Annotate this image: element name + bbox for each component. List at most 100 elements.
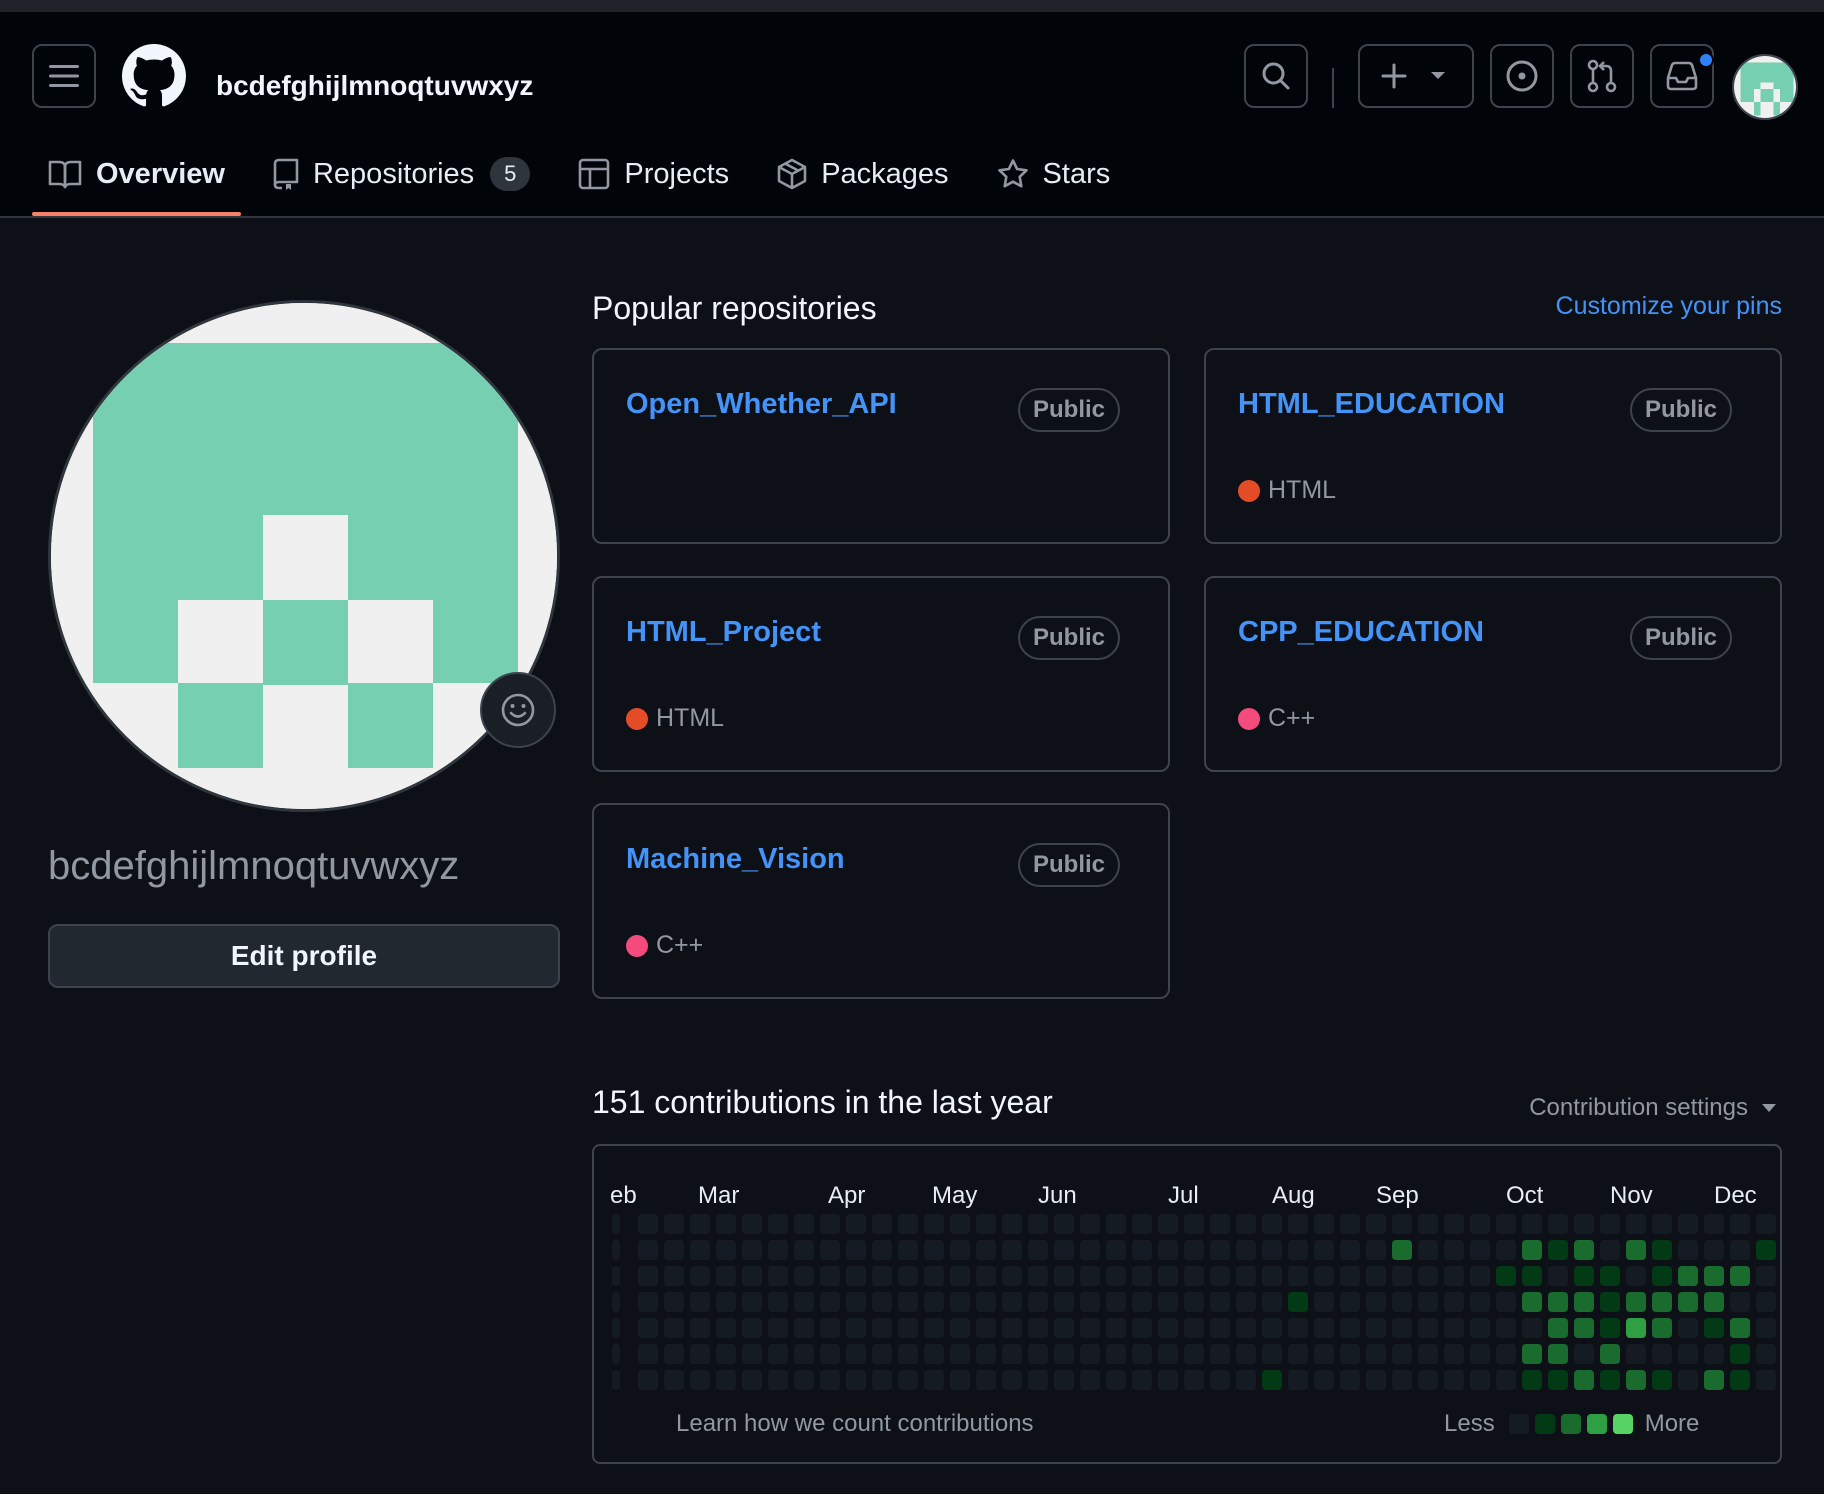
contribution-day[interactable] — [1236, 1344, 1256, 1364]
contribution-day[interactable] — [1626, 1214, 1646, 1234]
contribution-day[interactable] — [1080, 1266, 1100, 1286]
contribution-day[interactable] — [1340, 1318, 1360, 1338]
contribution-day[interactable] — [1600, 1292, 1620, 1312]
contribution-day[interactable] — [1080, 1292, 1100, 1312]
contribution-day[interactable] — [1210, 1266, 1230, 1286]
tab-projects[interactable]: Projects — [562, 148, 745, 200]
contribution-day[interactable] — [1652, 1370, 1672, 1390]
contribution-day[interactable] — [1054, 1292, 1074, 1312]
contribution-day[interactable] — [846, 1266, 866, 1286]
contribution-day[interactable] — [742, 1214, 762, 1234]
contribution-day[interactable] — [1574, 1344, 1594, 1364]
contribution-day[interactable] — [1236, 1214, 1256, 1234]
contribution-day[interactable] — [1210, 1292, 1230, 1312]
contribution-day[interactable] — [1444, 1292, 1464, 1312]
contribution-day[interactable] — [976, 1292, 996, 1312]
contribution-day[interactable] — [1288, 1214, 1308, 1234]
contribution-day[interactable] — [1756, 1266, 1776, 1286]
contribution-day[interactable] — [924, 1214, 944, 1234]
contribution-day[interactable] — [638, 1344, 658, 1364]
contribution-day[interactable] — [872, 1318, 892, 1338]
contribution-day[interactable] — [1756, 1344, 1776, 1364]
contribution-day[interactable] — [742, 1344, 762, 1364]
contribution-day[interactable] — [976, 1266, 996, 1286]
contribution-day[interactable] — [1548, 1292, 1568, 1312]
contribution-day[interactable] — [820, 1292, 840, 1312]
contribution-day[interactable] — [1236, 1266, 1256, 1286]
contribution-day[interactable] — [1496, 1240, 1516, 1260]
contribution-day[interactable] — [1184, 1318, 1204, 1338]
contribution-day[interactable] — [1080, 1240, 1100, 1260]
contribution-day[interactable] — [1730, 1370, 1750, 1390]
contribution-day[interactable] — [1444, 1214, 1464, 1234]
contribution-day[interactable] — [1340, 1240, 1360, 1260]
contribution-day[interactable] — [820, 1240, 840, 1260]
contribution-day[interactable] — [742, 1318, 762, 1338]
contribution-day[interactable] — [1158, 1370, 1178, 1390]
contribution-day[interactable] — [846, 1370, 866, 1390]
contribution-day[interactable] — [716, 1214, 736, 1234]
contribution-day[interactable] — [1366, 1292, 1386, 1312]
contribution-day[interactable] — [1522, 1318, 1542, 1338]
contribution-day[interactable] — [1600, 1214, 1620, 1234]
contribution-day[interactable] — [1002, 1292, 1022, 1312]
contribution-day[interactable] — [1158, 1292, 1178, 1312]
contribution-day[interactable] — [1184, 1292, 1204, 1312]
contribution-day[interactable] — [1626, 1370, 1646, 1390]
contribution-day[interactable] — [1470, 1318, 1490, 1338]
contribution-day[interactable] — [1132, 1318, 1152, 1338]
contribution-day[interactable] — [1366, 1266, 1386, 1286]
contribution-day[interactable] — [1366, 1240, 1386, 1260]
contribution-day[interactable] — [1054, 1370, 1074, 1390]
contribution-day[interactable] — [716, 1370, 736, 1390]
contribution-day[interactable] — [1444, 1266, 1464, 1286]
contribution-day[interactable] — [1418, 1214, 1438, 1234]
contribution-day[interactable] — [1652, 1240, 1672, 1260]
contribution-day[interactable] — [1704, 1292, 1724, 1312]
contribution-day[interactable] — [1522, 1292, 1542, 1312]
contribution-day[interactable] — [1054, 1344, 1074, 1364]
contribution-day[interactable] — [1626, 1292, 1646, 1312]
contribution-day[interactable] — [1418, 1292, 1438, 1312]
contribution-day[interactable] — [1574, 1214, 1594, 1234]
contribution-day[interactable] — [976, 1344, 996, 1364]
contribution-day[interactable] — [1106, 1318, 1126, 1338]
contribution-day[interactable] — [1600, 1318, 1620, 1338]
contribution-day[interactable] — [1496, 1344, 1516, 1364]
contribution-day[interactable] — [1340, 1292, 1360, 1312]
repo-name-link[interactable]: Open_Whether_API — [626, 388, 897, 421]
contribution-day[interactable] — [690, 1318, 710, 1338]
contribution-day[interactable] — [1340, 1214, 1360, 1234]
contribution-day[interactable] — [1184, 1344, 1204, 1364]
contribution-day[interactable] — [1366, 1344, 1386, 1364]
contribution-day[interactable] — [1002, 1344, 1022, 1364]
menu-button[interactable] — [32, 44, 96, 108]
contribution-day[interactable] — [1730, 1214, 1750, 1234]
contribution-day[interactable] — [1002, 1318, 1022, 1338]
contribution-day[interactable] — [872, 1266, 892, 1286]
contribution-day[interactable] — [716, 1266, 736, 1286]
contribution-day[interactable] — [1392, 1266, 1412, 1286]
contribution-day[interactable] — [1652, 1266, 1672, 1286]
contribution-day[interactable] — [1210, 1214, 1230, 1234]
contribution-day[interactable] — [1730, 1344, 1750, 1364]
contribution-day[interactable] — [820, 1214, 840, 1234]
contribution-day[interactable] — [1288, 1266, 1308, 1286]
repo-name-link[interactable]: Machine_Vision — [626, 843, 845, 876]
contribution-day[interactable] — [1080, 1344, 1100, 1364]
contribution-day[interactable] — [1106, 1214, 1126, 1234]
contribution-day[interactable] — [638, 1266, 658, 1286]
contribution-day[interactable] — [690, 1292, 710, 1312]
contribution-day[interactable] — [664, 1370, 684, 1390]
contribution-day[interactable] — [1756, 1370, 1776, 1390]
contribution-day[interactable] — [1314, 1266, 1334, 1286]
contribution-day[interactable] — [1184, 1266, 1204, 1286]
contribution-day[interactable] — [612, 1266, 620, 1286]
contribution-day[interactable] — [690, 1214, 710, 1234]
contribution-day[interactable] — [742, 1266, 762, 1286]
contribution-day[interactable] — [976, 1318, 996, 1338]
contribution-day[interactable] — [950, 1266, 970, 1286]
contribution-day[interactable] — [1626, 1344, 1646, 1364]
contribution-day[interactable] — [612, 1370, 620, 1390]
contribution-day[interactable] — [872, 1344, 892, 1364]
